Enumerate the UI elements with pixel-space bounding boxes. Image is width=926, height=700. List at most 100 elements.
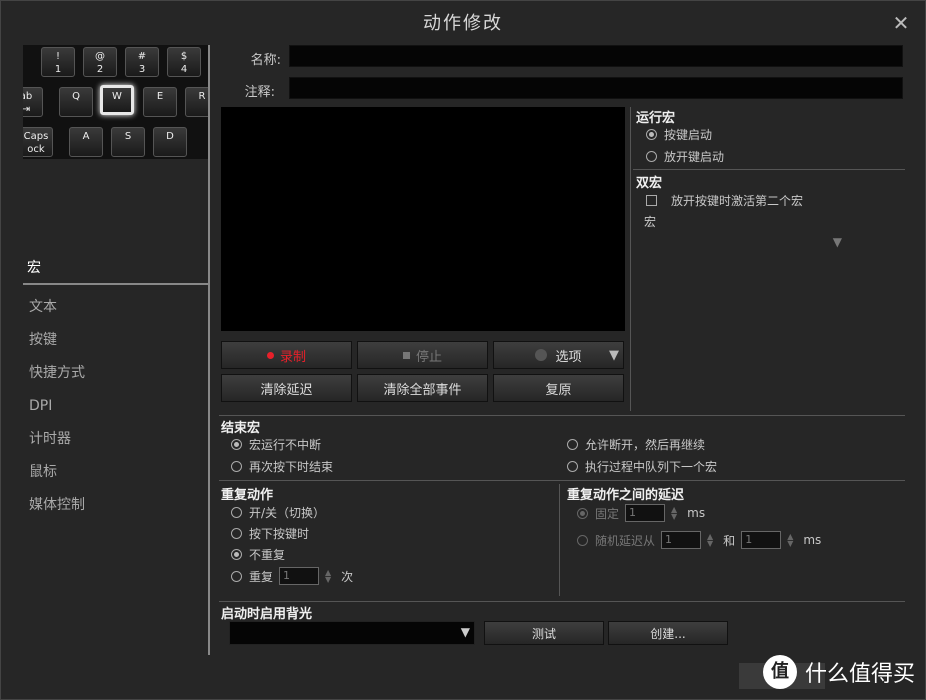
radio-selected-icon [577, 507, 588, 519]
repeat-toggle-radio[interactable]: 开/关（切换） [231, 504, 325, 521]
sidebar-divider [208, 45, 210, 655]
sidebar-item-timer[interactable]: 计时器 [23, 423, 209, 456]
end-macro-title: 结束宏 [221, 421, 261, 436]
note-label: 注释: [244, 85, 275, 100]
radio-icon [567, 439, 578, 450]
repeat-count-radio[interactable]: 重复 1 ▲ ▼ 次 [231, 567, 353, 585]
restore-button[interactable]: 复原 [493, 374, 624, 402]
chevron-down-icon: ▼ [609, 347, 619, 363]
key-3: #3 [125, 47, 159, 77]
random-delay-label: 随机延迟从 [595, 533, 656, 548]
fixed-delay-label: 固定 [595, 506, 620, 521]
macro-edit-window: 动作修改 ✕ !1 @2 #3 $4 ab⇥ Q W E R Capsock A… [0, 0, 926, 700]
sidebar-item-key[interactable]: 按键 [23, 324, 209, 357]
window-title: 动作修改 [423, 13, 503, 34]
divider [219, 480, 905, 481]
fixed-delay-input[interactable]: 1 [625, 504, 666, 522]
radio-icon [231, 528, 242, 539]
create-button[interactable]: 创建... [608, 621, 728, 645]
spinner-arrows-icon[interactable]: ▲ ▼ [325, 569, 331, 584]
name-input[interactable] [289, 45, 903, 67]
random-from-input[interactable]: 1 [661, 531, 702, 549]
stop-button[interactable]: 停止 [357, 341, 488, 369]
spinner-arrows-icon[interactable]: ▲ ▼ [787, 533, 793, 548]
run-on-press-radio[interactable]: 按键启动 [646, 126, 712, 143]
chevron-down-icon: ▼ [832, 235, 842, 249]
keyboard-preview-image: !1 @2 #3 $4 ab⇥ Q W E R Capsock A S D [23, 45, 209, 159]
divider [219, 601, 905, 602]
divider [559, 484, 560, 596]
radio-icon [646, 151, 657, 162]
clear-all-events-button[interactable]: 清除全部事件 [357, 374, 488, 402]
stop-icon [402, 351, 410, 359]
radio-selected-icon [231, 549, 242, 560]
radio-icon [567, 461, 578, 472]
fixed-delay-radio[interactable]: 固定 1 ▲ ▼ ms [577, 504, 705, 522]
key-2: @2 [83, 47, 117, 77]
no-repeat-label: 不重复 [249, 548, 286, 562]
random-delay-radio[interactable]: 随机延迟从 1 ▲ ▼ 和 1 ▲ ▼ ms [577, 531, 821, 549]
sidebar-item-media[interactable]: 媒体控制 [23, 489, 209, 522]
clear-delay-button[interactable]: 清除延迟 [221, 374, 352, 402]
end-queue-next-radio[interactable]: 执行过程中队列下一个宏 [567, 458, 717, 475]
end-no-interrupt-label: 宏运行不中断 [249, 438, 322, 452]
ms-label: ms [803, 533, 822, 547]
end-press-again-radio[interactable]: 再次按下时结束 [231, 458, 333, 475]
macro-label: 宏 [644, 215, 657, 229]
sidebar-item-macro[interactable]: 宏 [23, 257, 209, 285]
repeat-while-pressed-label: 按下按键时 [249, 527, 310, 541]
end-press-again-label: 再次按下时结束 [249, 460, 334, 474]
repeat-toggle-label: 开/关（切换） [249, 506, 326, 520]
key-4: $4 [167, 47, 201, 77]
test-button[interactable]: 测试 [484, 621, 604, 645]
repeat-count-label: 重复 [249, 569, 274, 584]
times-label: 次 [341, 569, 354, 584]
end-allow-break-label: 允许断开，然后再继续 [585, 438, 706, 452]
radio-selected-icon [231, 439, 242, 450]
sidebar-item-dpi[interactable]: DPI [23, 390, 209, 423]
record-button[interactable]: 录制 [221, 341, 352, 369]
double-macro-title: 双宏 [636, 176, 663, 191]
key-q: Q [59, 87, 93, 117]
spinner-arrows-icon[interactable]: ▲ ▼ [671, 506, 677, 521]
random-to-input[interactable]: 1 [741, 531, 782, 549]
repeat-title: 重复动作 [221, 488, 274, 503]
run-on-press-label: 按键启动 [664, 128, 713, 142]
sidebar-item-text[interactable]: 文本 [23, 291, 209, 324]
end-queue-next-label: 执行过程中队列下一个宏 [585, 460, 718, 474]
checkbox-icon [646, 195, 657, 206]
repeat-while-pressed-radio[interactable]: 按下按键时 [231, 525, 309, 542]
record-icon [266, 351, 274, 359]
key-e: E [143, 87, 177, 117]
activate-second-label: 放开按键时激活第二个宏 [671, 194, 804, 208]
backlight-select[interactable]: ▼ [229, 621, 475, 645]
no-repeat-radio[interactable]: 不重复 [231, 546, 285, 563]
run-on-release-radio[interactable]: 放开键启动 [646, 148, 724, 165]
options-button[interactable]: 选项 ▼ [493, 341, 624, 369]
key-r: R [185, 87, 209, 117]
sidebar-item-mouse[interactable]: 鼠标 [23, 456, 209, 489]
end-allow-break-radio[interactable]: 允许断开，然后再继续 [567, 436, 705, 453]
second-macro-select[interactable]: ▼ [644, 233, 844, 253]
macro-event-list[interactable] [221, 107, 625, 331]
spinner-arrows-icon[interactable]: ▲ ▼ [707, 533, 713, 548]
key-d: D [153, 127, 187, 157]
activate-second-macro-checkbox[interactable]: 放开按键时激活第二个宏 [646, 192, 803, 209]
radio-icon [231, 461, 242, 472]
key-w-selected: W [100, 85, 134, 115]
sidebar-item-shortcut[interactable]: 快捷方式 [23, 357, 209, 390]
repeat-count-input[interactable]: 1 [279, 567, 320, 585]
run-on-release-label: 放开键启动 [664, 150, 725, 164]
key-a: A [69, 127, 103, 157]
close-icon[interactable]: ✕ [891, 13, 911, 33]
chevron-down-icon: ▼ [460, 625, 470, 639]
note-input[interactable] [289, 77, 903, 99]
action-type-sidebar: 宏 文本 按键 快捷方式 DPI 计时器 鼠标 媒体控制 [23, 257, 209, 522]
key-1: ! 1 [41, 47, 75, 77]
right-panel-divider [630, 107, 631, 411]
delay-title: 重复动作之间的延迟 [567, 488, 685, 503]
ms-label: ms [687, 506, 706, 520]
end-no-interrupt-radio[interactable]: 宏运行不中断 [231, 436, 321, 453]
gear-icon [535, 349, 548, 361]
run-macro-title: 运行宏 [636, 111, 676, 126]
